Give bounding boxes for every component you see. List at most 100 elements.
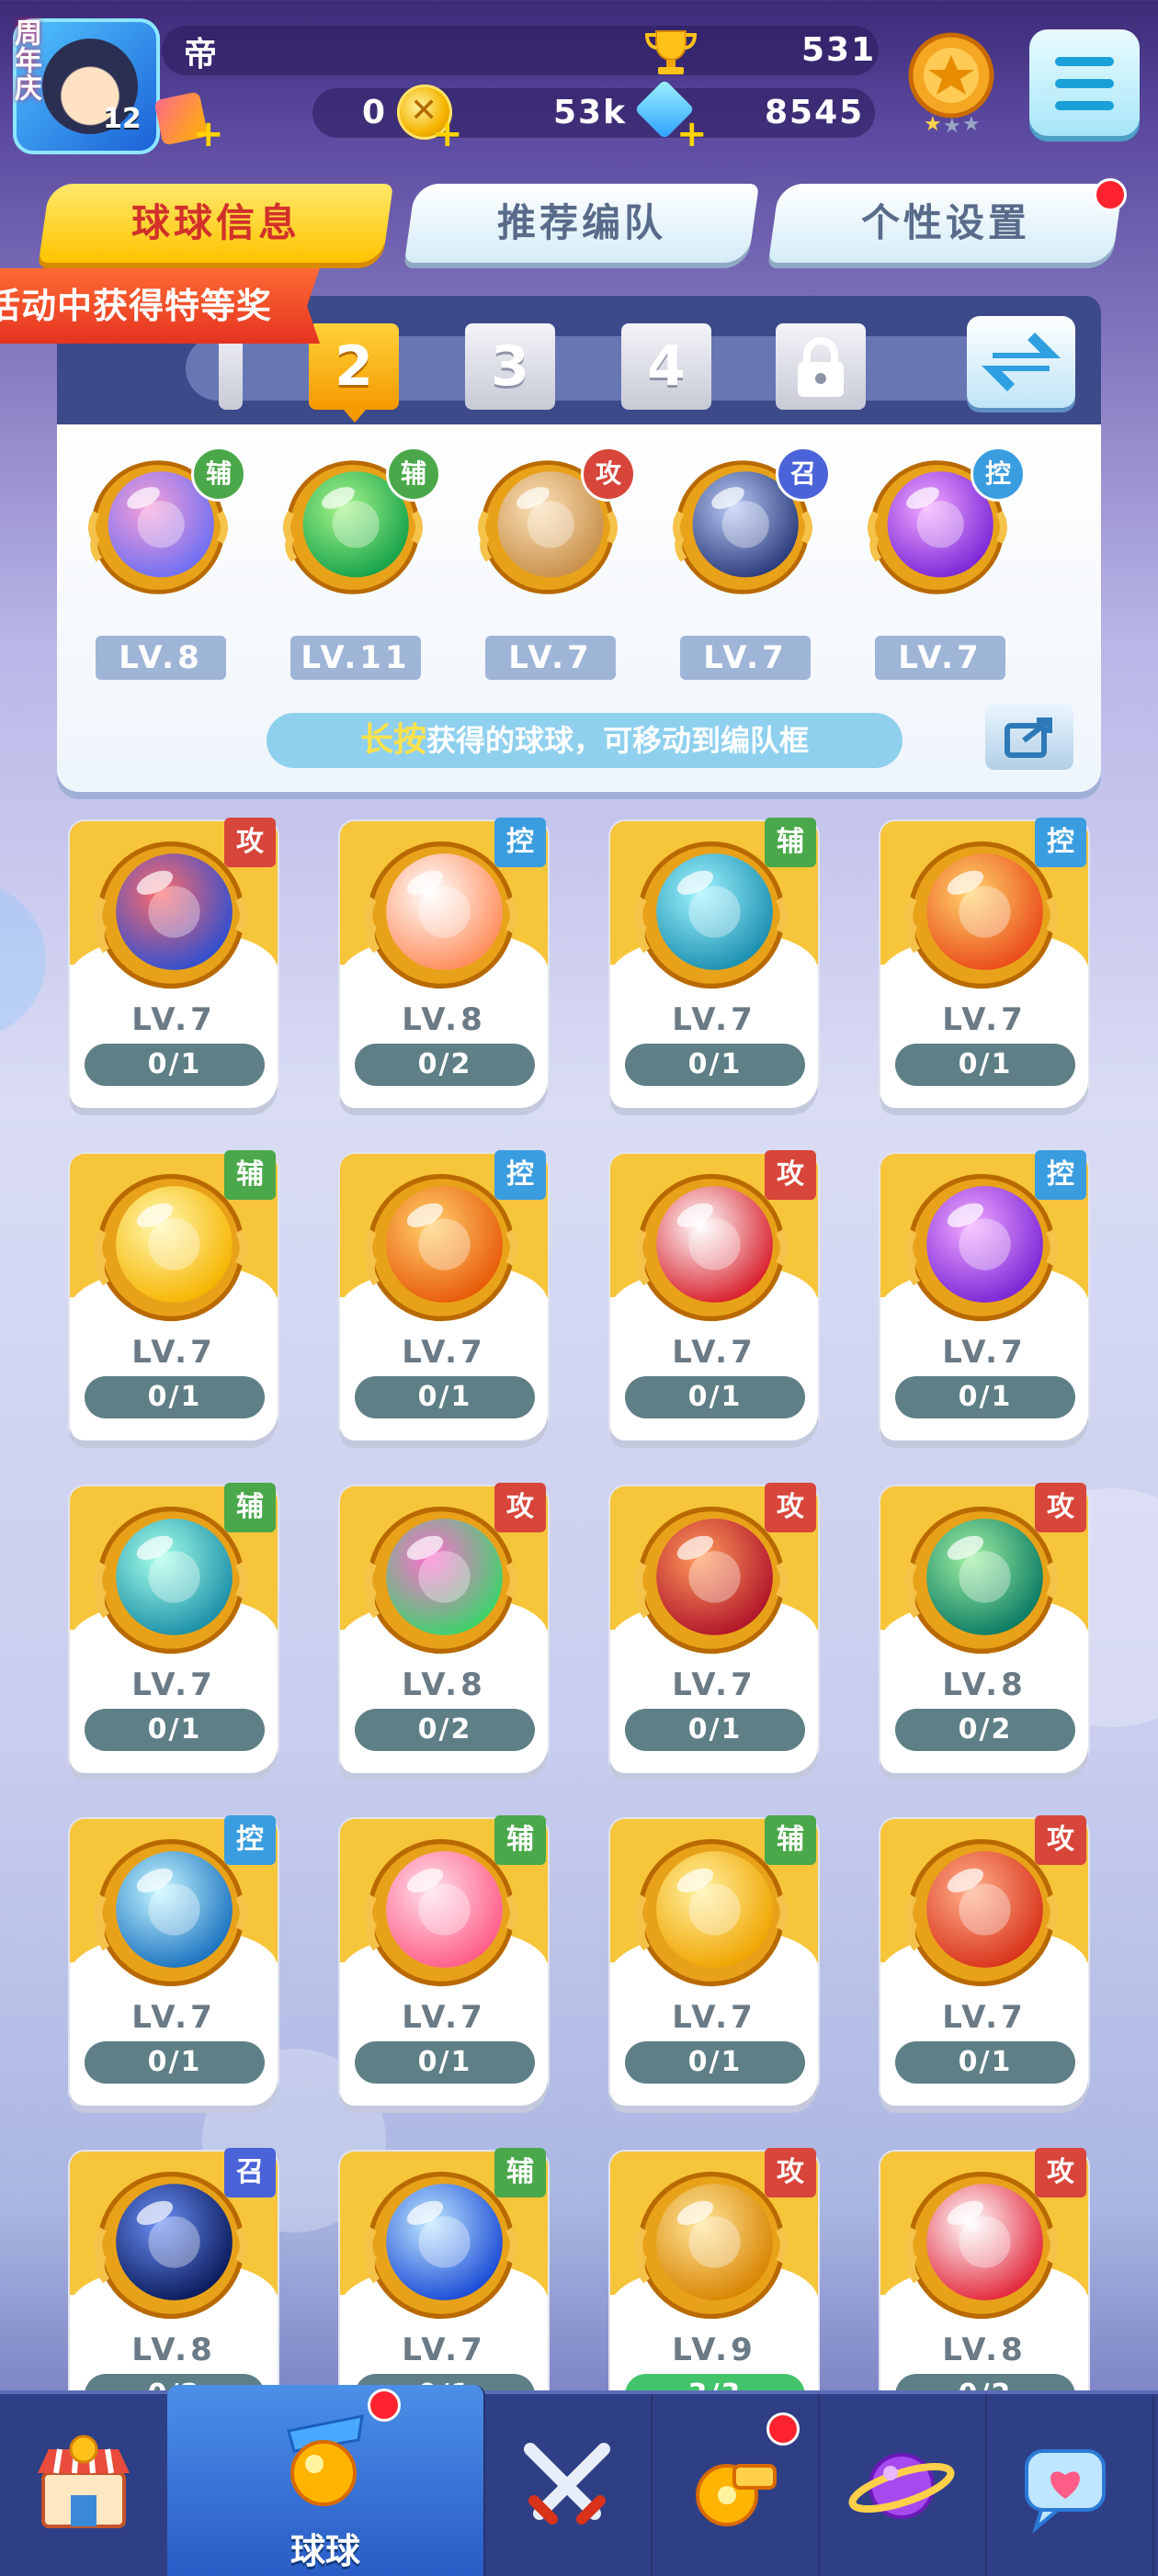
rank-medal-icon[interactable]: ★ ★ ★ <box>901 28 1002 138</box>
svg-text:★: ★ <box>943 115 961 138</box>
ball-card[interactable]: 攻 LV.8 0/2 <box>880 1483 1088 1773</box>
ball-level: LV.7 <box>672 1999 756 2036</box>
type-badge: 控 <box>494 1150 546 1200</box>
menu-button[interactable] <box>1029 29 1140 136</box>
planet-icon <box>848 2453 955 2519</box>
tab-label: 球球信息 <box>131 200 301 245</box>
ball-card[interactable]: 辅LV.70/1 <box>340 2148 548 2392</box>
team-member-level: LV.8 <box>96 636 226 680</box>
gem-count: 8545 <box>765 94 865 131</box>
ball-card[interactable]: 辅LV.70/1 <box>70 1150 278 1441</box>
long-press-hint: 长按获得的球球，可移动到编队框 <box>267 713 903 768</box>
team-slot-2[interactable]: 2 <box>309 323 399 423</box>
ball-card[interactable]: 控 LV.7 0/1 <box>70 1815 278 2106</box>
ball-collection-grid: 攻 LV.7 0/1 控 LV.8 0/2 辅 LV.7 0/1 控 LV.7 0/1 辅 LV.7 0/1… <box>0 812 1158 2392</box>
ball-level: LV.7 <box>942 1001 1027 1038</box>
trophy-count: 531 <box>801 31 877 69</box>
ball-fragment-count: 0/1 <box>895 2041 1075 2084</box>
team-slot-3[interactable]: 3 <box>465 323 555 410</box>
nav-item-whistle[interactable] <box>651 2394 820 2576</box>
tab-ball-info[interactable]: 球球信息 <box>38 184 394 263</box>
ball-card[interactable]: 控 LV.7 0/1 <box>880 1150 1088 1441</box>
tab-recommended-team[interactable]: 推荐编队 <box>403 184 760 263</box>
ball-fragment-count: 0/1 <box>355 2041 535 2084</box>
type-badge: 控 <box>1035 818 1086 867</box>
ball-fragment-count: 0/2 <box>895 1709 1075 1751</box>
player-name: 帝 <box>184 36 218 73</box>
svg-text:★: ★ <box>962 113 981 136</box>
ball-fragment-count: 0/1 <box>625 2041 805 2084</box>
svg-text:★: ★ <box>924 113 942 136</box>
ball-fragment-count: 0/1 <box>85 1044 265 1086</box>
crossed-swords-icon <box>524 2443 610 2525</box>
ball-card[interactable]: 攻 LV.8 0/2 <box>880 2148 1088 2392</box>
type-badge: 辅 <box>191 446 246 502</box>
ball-card[interactable]: 攻 LV.7 0/1 <box>610 1483 818 1773</box>
team-slot-locked[interactable] <box>776 323 866 410</box>
nav-item-crossed-swords[interactable] <box>483 2394 653 2576</box>
type-badge: 攻 <box>765 2148 816 2198</box>
type-badge: 攻 <box>1035 1483 1086 1532</box>
ball-level: LV.7 <box>131 1666 216 1703</box>
ball-level: LV.8 <box>942 1666 1027 1703</box>
ball-card[interactable]: 攻 LV.7 0/1 <box>70 818 278 1108</box>
lock-icon <box>798 337 844 397</box>
ball-card[interactable]: 攻 LV.9 3/3 <box>610 2148 818 2392</box>
event-marquee-banner[interactable]: 活动中获得特等奖 <box>0 268 320 344</box>
nav-item-planet[interactable] <box>818 2394 987 2576</box>
ball-level: LV.8 <box>402 1001 486 1038</box>
ball-fragment-count: 0/1 <box>355 1376 535 1418</box>
ball-card[interactable]: 攻 LV.7 0/1 <box>880 1815 1088 2106</box>
ball-card[interactable]: 辅LV.70/1 <box>340 1815 548 2106</box>
tab-personal-settings[interactable]: 个性设置 <box>767 184 1124 263</box>
share-icon <box>1005 717 1052 758</box>
chat-heart-icon <box>1025 2449 1106 2534</box>
hint-highlight: 长按 <box>359 721 426 759</box>
type-badge: 辅 <box>494 1815 546 1865</box>
ball-bag-icon <box>287 2414 364 2506</box>
type-badge: 攻 <box>1035 1815 1086 1865</box>
notification-dot <box>766 2412 800 2446</box>
ball-level: LV.8 <box>942 2332 1027 2368</box>
menu-line <box>1055 79 1114 88</box>
ball-card[interactable]: 辅LV.70/1 <box>610 818 818 1108</box>
team-member-level: LV.7 <box>680 636 811 680</box>
team-member-level: LV.7 <box>485 636 616 680</box>
ball-card[interactable]: 控 LV.8 0/2 <box>340 818 548 1108</box>
player-level: 12 <box>103 103 142 135</box>
ball-fragment-count: 0/1 <box>85 2041 265 2084</box>
ball-card[interactable]: 召LV.80/2 <box>70 2148 278 2392</box>
type-badge: 辅 <box>386 446 441 502</box>
type-badge: 攻 <box>494 1483 546 1532</box>
plus-icon: + <box>676 113 708 155</box>
type-badge: 辅 <box>224 1150 276 1200</box>
team-slot-4[interactable]: 4 <box>621 323 711 410</box>
type-badge: 辅 <box>765 818 816 867</box>
swap-team-button[interactable] <box>967 316 1075 408</box>
nav-item-ball-bag[interactable]: 球球 <box>167 2385 485 2576</box>
type-badge: 攻 <box>765 1150 816 1200</box>
currency2-count: 53k <box>553 94 628 131</box>
ball-level: LV.7 <box>672 1334 756 1371</box>
nav-item-chat-heart[interactable] <box>985 2394 1154 2576</box>
nav-item-shop[interactable] <box>0 2394 169 2576</box>
ball-card[interactable]: 辅LV.70/1 <box>70 1483 278 1773</box>
ball-fragment-count: 0/1 <box>85 1376 265 1418</box>
share-button[interactable] <box>985 704 1073 770</box>
ball-card[interactable]: 辅LV.70/1 <box>610 1815 818 2106</box>
top-status-bar: 周年庆 12 + 帝 531 0 + 53k + 8545 ★ ★ ★ <box>0 0 1158 175</box>
tab-label: 推荐编队 <box>496 200 666 245</box>
ball-level: LV.8 <box>402 1666 486 1703</box>
plus-icon: + <box>193 113 224 155</box>
ball-card[interactable]: 控 LV.7 0/1 <box>340 1150 548 1441</box>
ball-level: LV.7 <box>131 1999 216 2036</box>
ball-card[interactable]: 控 LV.7 0/1 <box>880 818 1088 1108</box>
type-badge: 攻 <box>765 1483 816 1532</box>
team-member-level: LV.11 <box>290 636 421 680</box>
tab-label: 个性设置 <box>860 200 1030 245</box>
ball-fragment-count: 0/1 <box>625 1376 805 1418</box>
swap-arrows-icon <box>982 333 1061 391</box>
ball-level: LV.8 <box>131 2332 216 2368</box>
ball-card[interactable]: 攻 LV.8 0/2 <box>340 1483 548 1773</box>
ball-card[interactable]: 攻 LV.7 0/1 <box>610 1150 818 1441</box>
